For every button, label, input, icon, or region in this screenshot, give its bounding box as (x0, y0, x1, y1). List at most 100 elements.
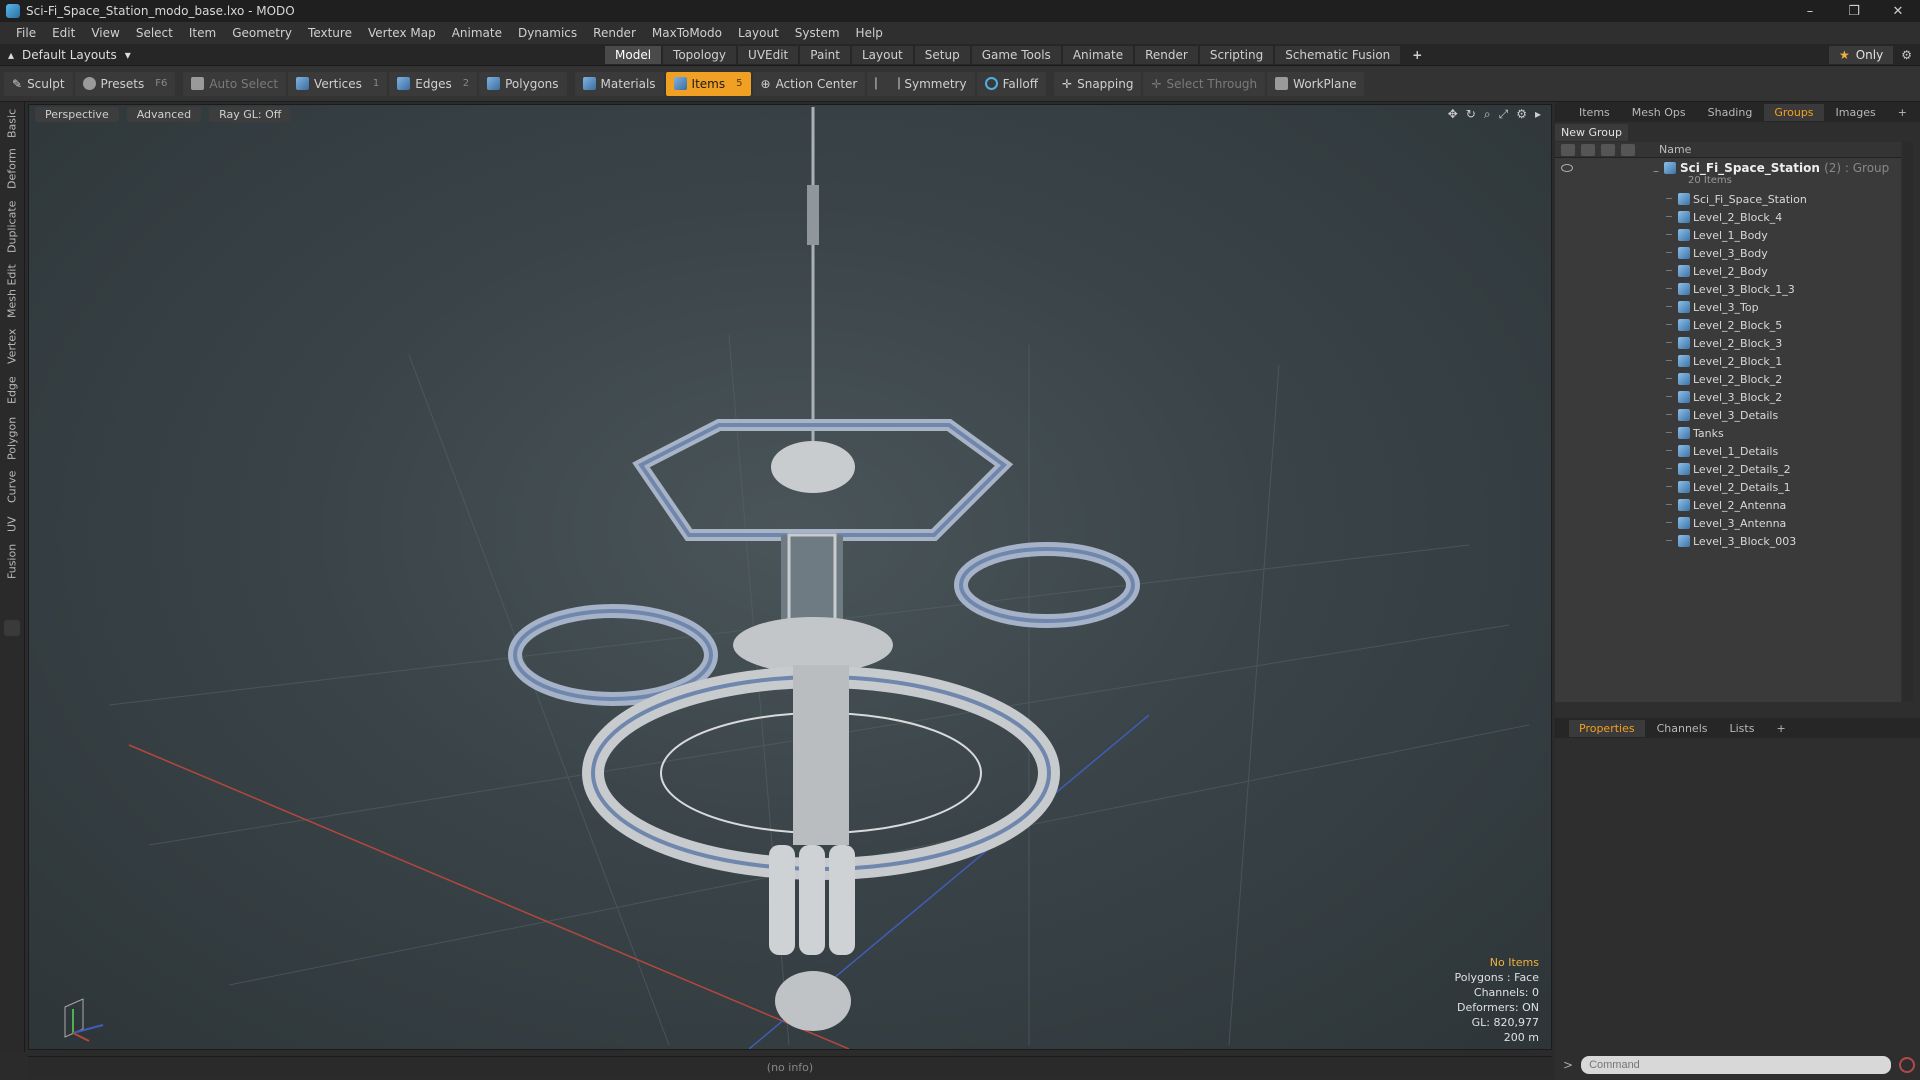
presets-button[interactable]: Presets F6 (74, 71, 176, 96)
menu-system[interactable]: System (787, 26, 848, 40)
vtab-edge[interactable]: Edge (2, 372, 22, 408)
vtab-polygon[interactable]: Polygon (2, 414, 22, 462)
sculpt-button[interactable]: ✎ Sculpt (4, 71, 73, 96)
list-item[interactable]: Level_3_Block_2 (1555, 388, 1901, 406)
menu-item[interactable]: Item (181, 26, 224, 40)
3d-viewport[interactable]: Perspective Advanced Ray GL: Off ✥ ↻ ⌕ ⤢… (28, 104, 1552, 1050)
tab-lists[interactable]: Lists (1720, 720, 1765, 737)
vtab-deform[interactable]: Deform (2, 146, 22, 192)
list-item[interactable]: Level_2_Antenna (1555, 496, 1901, 514)
list-item[interactable]: Level_3_Antenna (1555, 514, 1901, 532)
list-item[interactable]: Level_2_Block_1 (1555, 352, 1901, 370)
list-item[interactable]: Level_3_Block_1_3 (1555, 280, 1901, 298)
tree-scrollbar[interactable] (1903, 142, 1913, 702)
visibility-col-icon[interactable] (1561, 143, 1575, 156)
menu-render[interactable]: Render (585, 26, 644, 40)
tab-render[interactable]: Render (1135, 46, 1198, 64)
tab-uvedit[interactable]: UVEdit (738, 46, 799, 64)
only-toggle[interactable]: ★ Only (1828, 46, 1894, 64)
group-row[interactable]: – Sci_Fi_Space_Station (2) : Group 20 It… (1555, 158, 1901, 190)
auto-select-button[interactable]: Auto Select (183, 71, 287, 96)
tab-paint[interactable]: Paint (800, 46, 850, 64)
tab-properties[interactable]: Properties (1569, 719, 1645, 737)
tab-model[interactable]: Model (605, 46, 662, 64)
snapping-button[interactable]: ✛ Snapping (1054, 71, 1142, 96)
vtab-mesh-edit[interactable]: Mesh Edit (2, 262, 22, 320)
list-item[interactable]: Level_2_Block_3 (1555, 334, 1901, 352)
menu-layout[interactable]: Layout (730, 26, 787, 40)
edges-button[interactable]: Edges 2 (389, 71, 478, 96)
list-item[interactable]: Level_2_Block_5 (1555, 316, 1901, 334)
list-item[interactable]: Level_3_Top (1555, 298, 1901, 316)
lock-col-icon[interactable] (1601, 143, 1615, 156)
tab-game-tools[interactable]: Game Tools (971, 46, 1061, 64)
add-tab-button[interactable]: + (1402, 46, 1432, 64)
list-item[interactable]: Sci_Fi_Space_Station (1555, 190, 1901, 208)
tab-images[interactable]: Images (1826, 104, 1886, 121)
menu-help[interactable]: Help (848, 26, 891, 40)
tab-groups[interactable]: Groups (1764, 103, 1824, 121)
list-item[interactable]: Level_2_Block_2 (1555, 370, 1901, 388)
list-item[interactable]: Level_2_Body (1555, 262, 1901, 280)
strip-options-button[interactable] (4, 620, 20, 636)
list-item[interactable]: Level_1_Body (1555, 226, 1901, 244)
vtab-duplicate[interactable]: Duplicate (2, 198, 22, 256)
vtab-curve[interactable]: Curve (2, 468, 22, 506)
list-item[interactable]: Level_2_Block_4 (1555, 208, 1901, 226)
tab-shading[interactable]: Shading (1698, 104, 1763, 121)
visibility-toggle[interactable] (1561, 164, 1573, 174)
symmetry-button[interactable]: ⎸⎹ Symmetry (867, 71, 975, 96)
tab-animate[interactable]: Animate (1062, 46, 1134, 64)
name-column-header[interactable]: Name (1659, 143, 1691, 156)
vtab-basic[interactable]: Basic (2, 106, 22, 140)
tab-scripting[interactable]: Scripting (1199, 46, 1274, 64)
collapse-icon[interactable]: – (1653, 164, 1659, 178)
tab-schematic-fusion[interactable]: Schematic Fusion (1275, 46, 1401, 64)
minimize-button[interactable]: – (1788, 0, 1832, 22)
list-item[interactable]: Level_3_Body (1555, 244, 1901, 262)
falloff-button[interactable]: Falloff (976, 71, 1047, 96)
add-panel-tab-button[interactable]: + (1888, 104, 1917, 121)
close-button[interactable]: ✕ (1876, 0, 1920, 22)
menu-edit[interactable]: Edit (44, 26, 83, 40)
list-item[interactable]: Level_2_Details_2 (1555, 460, 1901, 478)
menu-maxtomodo[interactable]: MaxToModo (644, 26, 730, 40)
render-col-icon[interactable] (1581, 143, 1595, 156)
new-group-button[interactable]: New Group (1555, 124, 1628, 141)
command-input[interactable] (1581, 1056, 1892, 1074)
polygons-button[interactable]: Polygons (479, 71, 567, 96)
list-item[interactable]: Level_3_Block_003 (1555, 532, 1901, 550)
restore-button[interactable]: ❐ (1832, 0, 1876, 22)
action-center-button[interactable]: ⊕ Action Center (752, 71, 866, 96)
select-through-button[interactable]: ✛ Select Through (1143, 71, 1266, 96)
select-col-icon[interactable] (1621, 143, 1635, 156)
tab-mesh-ops[interactable]: Mesh Ops (1622, 104, 1696, 121)
menu-animate[interactable]: Animate (444, 26, 510, 40)
menu-select[interactable]: Select (128, 26, 181, 40)
tab-items[interactable]: Items (1569, 104, 1620, 121)
add-props-tab-button[interactable]: + (1766, 720, 1795, 737)
menu-dynamics[interactable]: Dynamics (510, 26, 585, 40)
items-button[interactable]: Items 5 (665, 71, 751, 96)
vtab-uv[interactable]: UV (2, 512, 22, 536)
layout-dropdown[interactable]: ▴ Default Layouts ▾ (8, 48, 131, 62)
tab-topology[interactable]: Topology (663, 46, 737, 64)
vtab-vertex[interactable]: Vertex (2, 326, 22, 366)
vertices-button[interactable]: Vertices 1 (288, 71, 388, 96)
menu-file[interactable]: File (8, 26, 44, 40)
gear-icon[interactable]: ⚙ (1901, 48, 1912, 62)
materials-button[interactable]: Materials (574, 71, 664, 96)
list-item[interactable]: Level_1_Details (1555, 442, 1901, 460)
menu-view[interactable]: View (83, 26, 127, 40)
list-item[interactable]: Level_2_Details_1 (1555, 478, 1901, 496)
tab-channels[interactable]: Channels (1647, 720, 1718, 737)
menu-texture[interactable]: Texture (300, 26, 360, 40)
vtab-fusion[interactable]: Fusion (2, 542, 22, 580)
list-item[interactable]: Level_3_Details (1555, 406, 1901, 424)
list-item[interactable]: Tanks (1555, 424, 1901, 442)
menu-geometry[interactable]: Geometry (224, 26, 300, 40)
workplane-button[interactable]: WorkPlane (1267, 71, 1365, 96)
tab-layout[interactable]: Layout (851, 46, 913, 64)
menu-vertex-map[interactable]: Vertex Map (360, 26, 444, 40)
tab-setup[interactable]: Setup (914, 46, 970, 64)
